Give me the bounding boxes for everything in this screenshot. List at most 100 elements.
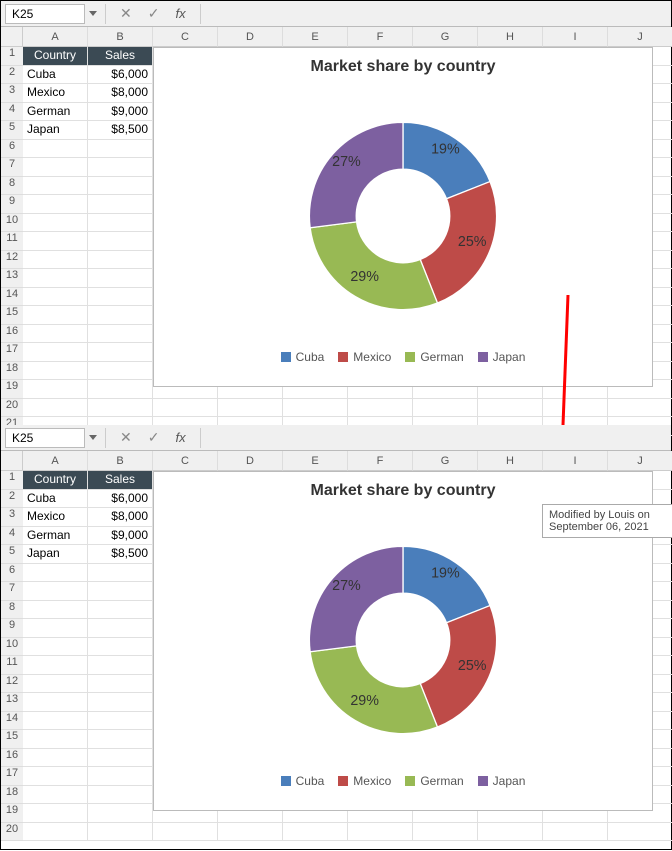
row-header-10[interactable]: 10 [1,214,23,233]
name-box[interactable] [5,4,85,24]
row-header-1[interactable]: 1 [1,47,23,66]
cell[interactable] [88,693,153,712]
cell[interactable] [23,564,88,583]
cell[interactable] [478,823,543,842]
select-all-corner[interactable] [1,451,23,471]
row-header-17[interactable]: 17 [1,343,23,362]
row-header-5[interactable]: 5 [1,545,23,564]
cell[interactable] [23,140,88,159]
col-header-G[interactable]: G [413,451,478,471]
cell[interactable] [23,214,88,233]
cell[interactable] [218,823,283,842]
col-header-D[interactable]: D [218,451,283,471]
cell[interactable] [88,823,153,842]
row-header-4[interactable]: 4 [1,103,23,122]
cell[interactable] [153,823,218,842]
cell[interactable] [23,767,88,786]
row-header-12[interactable]: 12 [1,675,23,694]
fx-label[interactable]: fx [169,6,191,21]
cell[interactable] [88,601,153,620]
cell[interactable] [88,306,153,325]
cell[interactable] [88,343,153,362]
cell[interactable] [23,325,88,344]
cell[interactable] [88,380,153,399]
cell[interactable] [23,749,88,768]
cell[interactable]: $6,000 [88,66,153,85]
row-header-14[interactable]: 14 [1,288,23,307]
enter-icon[interactable]: ✓ [142,5,166,22]
row-header-19[interactable]: 19 [1,380,23,399]
cell[interactable] [218,399,283,418]
row-header-13[interactable]: 13 [1,269,23,288]
row-header-13[interactable]: 13 [1,693,23,712]
cell[interactable]: Sales [88,47,153,66]
row-header-20[interactable]: 20 [1,823,23,842]
cell[interactable] [88,140,153,159]
cell[interactable] [88,804,153,823]
row-header-20[interactable]: 20 [1,399,23,418]
cell[interactable] [23,380,88,399]
cell[interactable]: Japan [23,545,88,564]
row-header-17[interactable]: 17 [1,767,23,786]
cell[interactable] [413,399,478,418]
row-header-2[interactable]: 2 [1,490,23,509]
col-header-I[interactable]: I [543,451,608,471]
name-box[interactable] [5,428,85,448]
cell[interactable] [283,823,348,842]
cell[interactable] [23,362,88,381]
cell[interactable]: Japan [23,121,88,140]
row-header-18[interactable]: 18 [1,786,23,805]
row-header-11[interactable]: 11 [1,656,23,675]
row-header-16[interactable]: 16 [1,325,23,344]
sheet-bottom[interactable]: ABCDEFGHIJ CountrySalesCuba$6,000Mexico$… [23,451,672,849]
row-header-7[interactable]: 7 [1,158,23,177]
col-header-J[interactable]: J [608,27,672,47]
col-header-E[interactable]: E [283,451,348,471]
cell[interactable] [283,399,348,418]
cell[interactable]: Sales [88,471,153,490]
sheet-top[interactable]: ABCDEFGHIJ CountrySalesCuba$6,000Mexico$… [23,27,672,425]
col-headers[interactable]: ABCDEFGHIJ [23,451,672,471]
cell[interactable] [23,712,88,731]
row-header-2[interactable]: 2 [1,66,23,85]
cell[interactable] [153,399,218,418]
col-header-C[interactable]: C [153,27,218,47]
cell[interactable] [88,564,153,583]
row-header-19[interactable]: 19 [1,804,23,823]
cell[interactable] [88,638,153,657]
col-header-D[interactable]: D [218,27,283,47]
row-header-11[interactable]: 11 [1,232,23,251]
cell[interactable] [88,399,153,418]
chart[interactable]: Market share by country 19%25%29%27% Cub… [153,471,653,811]
row-header-7[interactable]: 7 [1,582,23,601]
row-header-8[interactable]: 8 [1,601,23,620]
col-header-A[interactable]: A [23,27,88,47]
cell[interactable]: German [23,527,88,546]
cancel-icon[interactable]: ✕ [114,429,138,446]
cell[interactable]: Country [23,471,88,490]
row-header-1[interactable]: 1 [1,471,23,490]
cell[interactable] [88,786,153,805]
row-header-14[interactable]: 14 [1,712,23,731]
col-header-A[interactable]: A [23,451,88,471]
select-all-corner[interactable] [1,27,23,47]
row-header-3[interactable]: 3 [1,508,23,527]
enter-icon[interactable]: ✓ [142,429,166,446]
row-header-5[interactable]: 5 [1,121,23,140]
cell[interactable] [23,804,88,823]
cell[interactable] [608,399,672,418]
row-header-9[interactable]: 9 [1,195,23,214]
cell[interactable]: Cuba [23,490,88,509]
cell[interactable] [23,269,88,288]
chart[interactable]: Market share by country 19%25%29%27% Cub… [153,47,653,387]
cell[interactable] [88,767,153,786]
row-header-16[interactable]: 16 [1,749,23,768]
cell[interactable]: $9,000 [88,527,153,546]
row-header-10[interactable]: 10 [1,638,23,657]
row-header-6[interactable]: 6 [1,140,23,159]
cell[interactable] [23,232,88,251]
cell[interactable] [23,675,88,694]
cell[interactable] [23,251,88,270]
cell[interactable] [88,712,153,731]
cell[interactable] [88,195,153,214]
